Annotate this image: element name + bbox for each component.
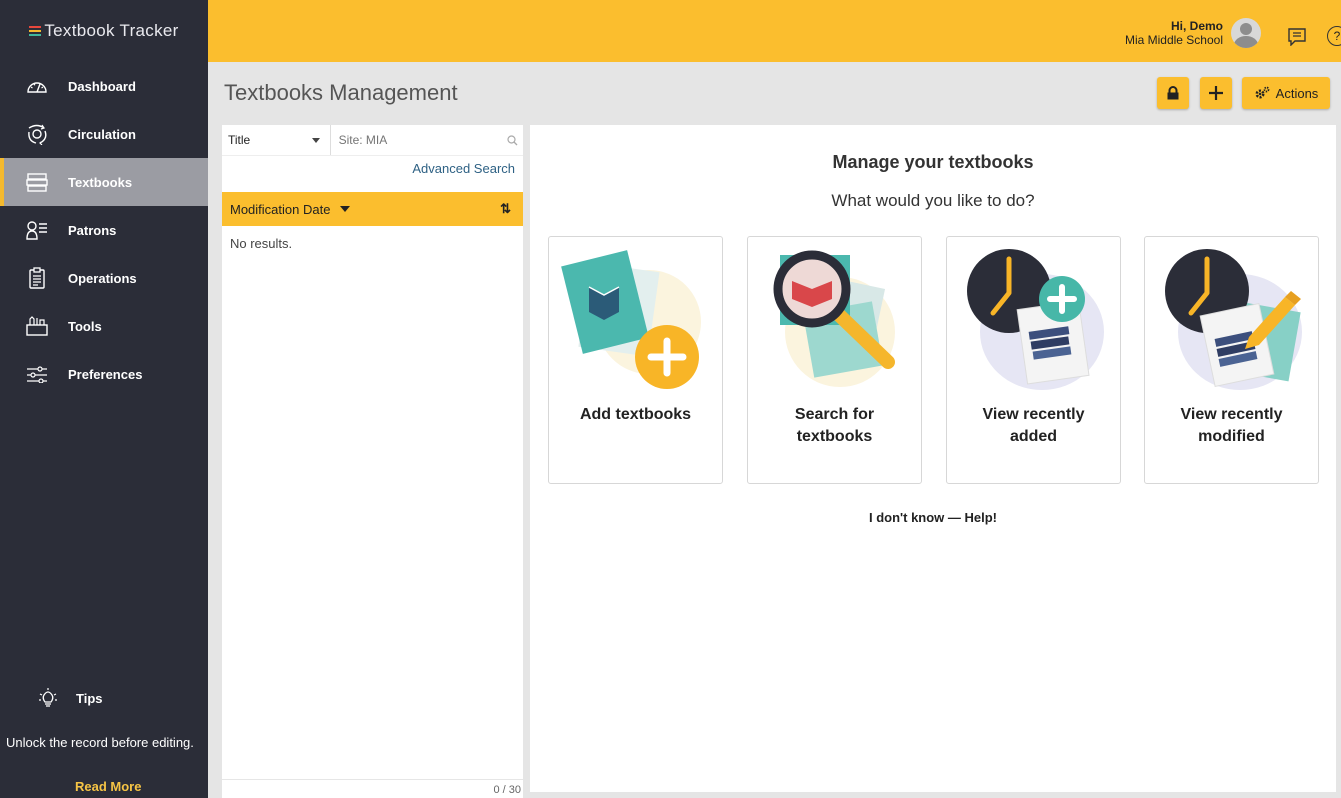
- add-textbooks-illustration-icon: [561, 250, 701, 389]
- main-panel: Manage your textbooks What would you lik…: [530, 125, 1336, 792]
- clipboard-icon: [26, 267, 48, 289]
- sort-order-icon[interactable]: ⇅: [500, 201, 511, 217]
- add-textbooks-card[interactable]: Add textbooks: [548, 236, 723, 484]
- no-results-text: No results.: [230, 236, 293, 251]
- sidebar-item-circulation[interactable]: Circulation: [0, 110, 208, 158]
- sidebar: Textbook Tracker Dashboard Circulation T…: [0, 0, 208, 798]
- lock-icon: [1166, 86, 1180, 100]
- sidebar-item-label: Patrons: [68, 222, 117, 238]
- messages-icon[interactable]: [1287, 28, 1307, 47]
- add-button[interactable]: [1200, 77, 1232, 109]
- card-label: View recently modified: [1180, 406, 1283, 445]
- search-icon[interactable]: [502, 125, 523, 155]
- sidebar-item-textbooks[interactable]: Textbooks: [0, 158, 208, 206]
- actions-button[interactable]: Actions: [1242, 77, 1330, 109]
- logo-mark-icon: [29, 24, 42, 38]
- tips-panel: Tips Unlock the record before editing. R…: [0, 680, 208, 794]
- lightbulb-icon: [38, 687, 58, 709]
- sidebar-item-label: Circulation: [68, 126, 136, 142]
- app-title: Textbook Tracker: [44, 21, 179, 40]
- sidebar-item-label: Operations: [68, 270, 137, 286]
- recently-modified-illustration-icon: [1165, 249, 1302, 390]
- main-subheading: What would you like to do?: [831, 191, 1035, 210]
- search-field-value: Title: [228, 133, 251, 147]
- sidebar-item-dashboard[interactable]: Dashboard: [0, 62, 208, 110]
- circulation-icon: [26, 123, 48, 145]
- page-count: 0 / 30: [222, 779, 523, 798]
- tips-heading: Tips: [76, 690, 103, 706]
- actions-label: Actions: [1275, 85, 1319, 101]
- user-greeting: Hi, Demo: [1170, 19, 1223, 33]
- sidebar-item-operations[interactable]: Operations: [0, 254, 208, 302]
- search-textbooks-illustration-icon: [773, 250, 895, 387]
- sliders-icon: [26, 363, 48, 385]
- help-icon[interactable]: ?: [1327, 26, 1341, 46]
- search-textbooks-card[interactable]: Search for textbooks: [747, 236, 922, 484]
- sidebar-item-patrons[interactable]: Patrons: [0, 206, 208, 254]
- avatar[interactable]: [1231, 18, 1261, 48]
- lock-button[interactable]: [1157, 77, 1189, 109]
- advanced-search-link[interactable]: Advanced Search: [222, 156, 523, 192]
- sidebar-item-label: Preferences: [68, 366, 143, 382]
- school-name: Mia Middle School: [1124, 33, 1223, 47]
- chevron-down-icon[interactable]: [340, 206, 351, 212]
- gears-icon: [1254, 86, 1270, 100]
- search-field-select[interactable]: Title: [222, 125, 331, 155]
- tools-icon: [26, 315, 48, 337]
- sidebar-item-label: Textbooks: [68, 174, 133, 190]
- search-panel: Title Advanced Search Modification Date …: [222, 125, 523, 798]
- card-label: Search for textbooks: [794, 406, 875, 445]
- sidebar-item-tools[interactable]: Tools: [0, 302, 208, 350]
- help-link[interactable]: I don't know — Help!: [530, 510, 1336, 525]
- chevron-down-icon: [311, 138, 320, 143]
- sidebar-item-label: Dashboard: [68, 78, 136, 94]
- sort-bar: Modification Date ⇅: [222, 192, 523, 226]
- patrons-icon: [26, 219, 48, 241]
- sidebar-item-preferences[interactable]: Preferences: [0, 350, 208, 398]
- recently-added-illustration-icon: [967, 249, 1104, 390]
- app-logo[interactable]: Textbook Tracker: [0, 0, 208, 62]
- sidebar-item-label: Tools: [68, 318, 102, 334]
- card-label: View recently added: [982, 406, 1085, 445]
- recently-added-card[interactable]: View recently added: [946, 236, 1121, 484]
- recently-modified-card[interactable]: View recently modified: [1144, 236, 1319, 484]
- books-icon: [26, 171, 48, 193]
- page-title: Textbooks Management: [224, 80, 458, 105]
- plus-icon: [1209, 86, 1223, 100]
- gauge-icon: [26, 75, 48, 97]
- search-input[interactable]: [330, 125, 502, 155]
- tips-text: Unlock the record before editing.: [6, 735, 194, 750]
- search-row: Title: [222, 125, 523, 156]
- top-bar: Hi, Demo Mia Middle School ?: [208, 0, 1341, 62]
- read-more-link[interactable]: Read More: [75, 779, 141, 794]
- sort-field-label[interactable]: Modification Date: [230, 202, 330, 217]
- card-label: Add textbooks: [579, 406, 692, 423]
- main-heading: Manage your textbooks: [832, 152, 1034, 172]
- user-info[interactable]: Hi, Demo Mia Middle School: [1125, 19, 1223, 47]
